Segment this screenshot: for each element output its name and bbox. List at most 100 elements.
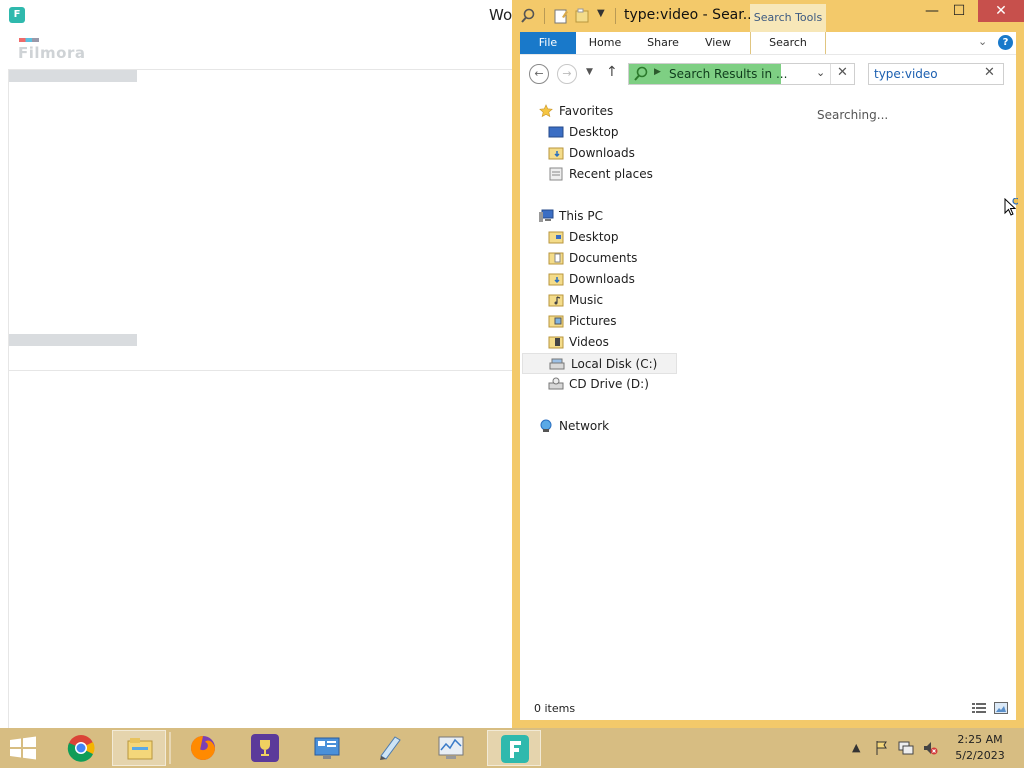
arrow-left-icon: ← [534,67,544,80]
divider [8,370,514,371]
large-icons-view-icon[interactable] [994,702,1008,714]
firefox-icon [191,736,215,760]
show-hidden-icons-chevron-up-icon[interactable]: ▲ [852,741,860,754]
filmora-window: F Wo Filmora [0,0,514,728]
tab-search-tools[interactable]: Search Tools [750,4,826,32]
explorer-content: ← → ▼ ↑ ▶ Search Results in ... ⌄ ✕ type… [520,54,1016,720]
tab-file[interactable]: File [520,32,576,54]
trophy-icon [251,734,279,762]
cd-drive-icon [548,377,564,390]
pictures-folder-icon [548,315,564,328]
nav-favorites-recent-places[interactable]: Recent places [548,164,688,185]
close-button[interactable]: ✕ [978,0,1024,22]
taskbar-notepad[interactable] [362,730,416,766]
search-icon [521,8,535,23]
network-status-icon[interactable] [898,740,914,756]
forward-button[interactable]: → [557,64,577,84]
nav-pc-music[interactable]: Music [548,290,688,311]
nav-pc-videos[interactable]: Videos [548,332,688,353]
star-icon [539,104,553,118]
taskbar-filmora[interactable] [487,730,541,766]
address-dropdown-chevron-down-icon[interactable]: ⌄ [816,66,825,79]
toolbar-divider [615,8,616,24]
back-button[interactable]: ← [529,64,549,84]
nav-network[interactable]: Network [538,416,688,437]
folder-icon [127,738,153,760]
filmora-logo-mark-icon [19,38,39,42]
windows-logo-icon [10,736,36,760]
clock-date: 5/2/2023 [955,749,1005,762]
search-input[interactable]: type:video ✕ [868,63,1004,85]
taskbar-file-explorer[interactable] [112,730,166,766]
taskbar-firefox[interactable] [176,730,230,766]
taskbar-system-monitor[interactable] [424,730,478,766]
tab-home[interactable]: Home [582,32,628,54]
action-center-flag-icon[interactable] [874,740,890,756]
nav-favorites-downloads[interactable]: Downloads [548,143,688,164]
loading-placeholder [9,334,137,346]
videos-folder-icon [548,336,564,349]
system-clock[interactable]: 2:25 AM 5/2/2023 [952,732,1008,764]
divider [8,69,9,728]
search-input-value: type:video [874,67,938,81]
start-button[interactable] [8,736,40,760]
customize-toolbar-chevron-down-icon[interactable]: ▼ [597,8,605,19]
nav-favorites[interactable]: Favorites [538,101,688,122]
clear-search-button[interactable]: ✕ [984,65,995,80]
minimize-button[interactable]: — [917,0,947,22]
explorer-window: ▼ type:video - Sear... Search Tools — ☐ … [512,0,1024,728]
taskbar-trophy-app[interactable] [238,730,292,766]
clock-time: 2:25 AM [957,733,1003,746]
nav-pc-downloads[interactable]: Downloads [548,269,688,290]
nav-pc-desktop[interactable]: Desktop [548,227,688,248]
nav-pc-cd-drive[interactable]: CD Drive (D:) [548,374,688,395]
performance-monitor-icon [438,736,464,759]
filmora-logo: Filmora [18,44,86,62]
taskbar-control-panel[interactable] [300,730,354,766]
nav-favorites-desktop[interactable]: Desktop [548,122,688,143]
nav-pc-pictures[interactable]: Pictures [548,311,688,332]
arrow-right-icon: → [562,67,572,80]
desktop-folder-icon [548,231,564,244]
searching-status: Searching... [817,108,889,122]
toolbar-divider [544,8,545,24]
stop-search-button[interactable]: ✕ [837,65,848,80]
tab-search[interactable]: Search [750,32,826,54]
filmora-icon [501,735,529,763]
address-bar[interactable]: ▶ Search Results in ... ⌄ ✕ [628,63,855,85]
address-text: Search Results in ... [669,67,788,81]
hard-drive-icon [549,358,565,370]
tab-share[interactable]: Share [640,32,686,54]
taskbar: ▲ 2:25 AM 5/2/2023 [0,728,1024,768]
nav-pc-documents[interactable]: Documents [548,248,688,269]
volume-muted-icon[interactable] [922,740,938,756]
divider [830,64,831,84]
network-icon [540,419,552,432]
recent-places-icon [549,167,563,181]
new-folder-icon[interactable] [574,8,590,24]
documents-folder-icon [548,252,564,265]
desktop-icon [548,126,564,138]
filmora-titlebar[interactable] [0,0,514,30]
downloads-folder-icon [548,273,564,286]
nav-pc-local-disk[interactable]: Local Disk (C:) [522,353,677,374]
music-folder-icon [548,294,564,307]
mouse-pointer-busy-icon [1004,198,1018,216]
nav-this-pc[interactable]: This PC [538,206,688,227]
downloads-folder-icon [548,147,564,160]
chrome-icon [67,735,95,762]
maximize-button[interactable]: ☐ [944,0,974,22]
expand-ribbon-chevron-down-icon[interactable]: ⌄ [978,35,987,48]
taskbar-chrome[interactable] [54,730,108,766]
help-button[interactable]: ? [998,35,1013,50]
details-view-icon[interactable] [972,702,986,714]
item-count: 0 items [534,702,576,715]
up-arrow-icon[interactable]: ↑ [606,64,618,80]
loading-placeholder [9,70,137,82]
properties-icon[interactable] [553,8,569,24]
filmora-app-icon: F [9,7,25,23]
filmora-title: Wo [489,6,513,24]
tab-view[interactable]: View [696,32,740,54]
breadcrumb-separator-icon: ▶ [654,67,661,77]
recent-locations-chevron-down-icon[interactable]: ▼ [586,67,593,77]
